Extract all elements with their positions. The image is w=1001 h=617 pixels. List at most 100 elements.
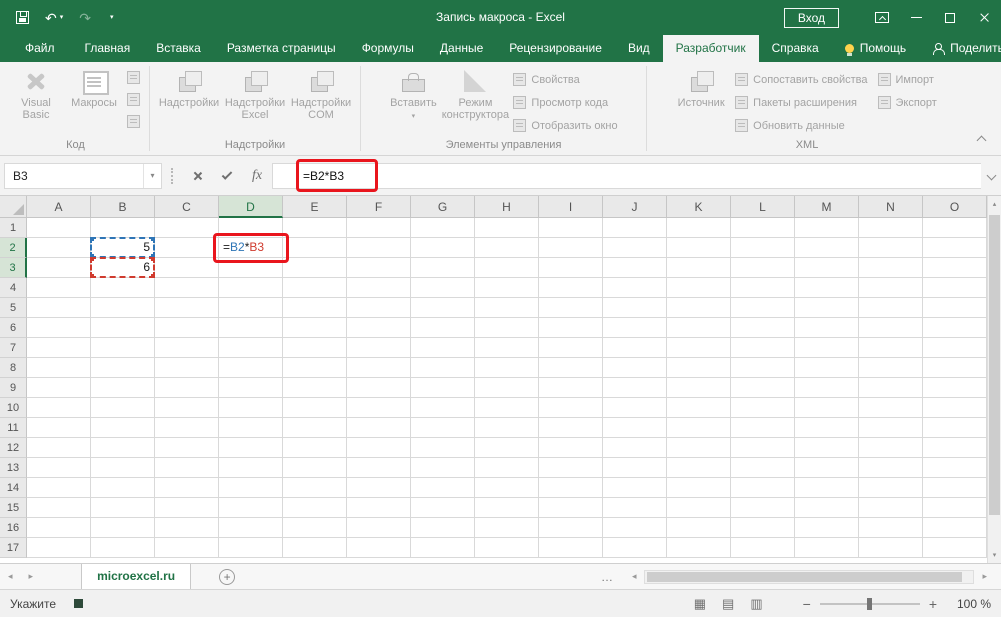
cell-D1[interactable] <box>219 218 283 238</box>
cell-A7[interactable] <box>27 338 91 358</box>
cell-L13[interactable] <box>731 458 795 478</box>
cell-I16[interactable] <box>539 518 603 538</box>
cell-E9[interactable] <box>283 378 347 398</box>
minimize-button[interactable] <box>899 0 933 35</box>
relative-references-icon[interactable] <box>127 93 140 106</box>
cell-G15[interactable] <box>411 498 475 518</box>
cell-H11[interactable] <box>475 418 539 438</box>
column-header-I[interactable]: I <box>539 196 603 218</box>
cell-J11[interactable] <box>603 418 667 438</box>
cell-M9[interactable] <box>795 378 859 398</box>
cell-I10[interactable] <box>539 398 603 418</box>
cell-L6[interactable] <box>731 318 795 338</box>
share-button[interactable]: Поделиться <box>919 35 1001 62</box>
hscroll-left-button[interactable]: ◂ <box>624 571 645 582</box>
cell-A15[interactable] <box>27 498 91 518</box>
cell-A2[interactable] <box>27 238 91 258</box>
cell-I5[interactable] <box>539 298 603 318</box>
cell-J2[interactable] <box>603 238 667 258</box>
formula-input[interactable]: =B2*B3 <box>272 163 981 189</box>
cell-J9[interactable] <box>603 378 667 398</box>
new-sheet-button[interactable]: + <box>219 569 235 585</box>
cell-J17[interactable] <box>603 538 667 558</box>
cell-H13[interactable] <box>475 458 539 478</box>
cell-E1[interactable] <box>283 218 347 238</box>
cell-B6[interactable] <box>91 318 155 338</box>
cell-D12[interactable] <box>219 438 283 458</box>
row-header-16[interactable]: 16 <box>0 518 27 538</box>
cell-O12[interactable] <box>923 438 987 458</box>
cell-J10[interactable] <box>603 398 667 418</box>
addins-button[interactable]: Надстройки <box>156 64 222 136</box>
save-button[interactable] <box>16 11 29 24</box>
cell-N12[interactable] <box>859 438 923 458</box>
cell-K8[interactable] <box>667 358 731 378</box>
cell-F5[interactable] <box>347 298 411 318</box>
sheet-nav-left-button[interactable]: ◂ <box>0 571 21 582</box>
row-header-17[interactable]: 17 <box>0 538 27 558</box>
row-header-6[interactable]: 6 <box>0 318 27 338</box>
cell-C2[interactable] <box>155 238 219 258</box>
row-header-11[interactable]: 11 <box>0 418 27 438</box>
map-properties-button[interactable]: Сопоставить свойства <box>730 68 872 91</box>
cell-K14[interactable] <box>667 478 731 498</box>
cell-F4[interactable] <box>347 278 411 298</box>
tab-developer[interactable]: Разработчик <box>663 35 759 62</box>
cell-G9[interactable] <box>411 378 475 398</box>
cell-L9[interactable] <box>731 378 795 398</box>
cell-M15[interactable] <box>795 498 859 518</box>
cell-N11[interactable] <box>859 418 923 438</box>
cell-N13[interactable] <box>859 458 923 478</box>
enter-entry-button[interactable] <box>212 163 242 189</box>
tab-review[interactable]: Рецензирование <box>496 35 615 62</box>
scroll-up-button[interactable]: ▴ <box>988 196 1001 212</box>
cell-O11[interactable] <box>923 418 987 438</box>
cell-A10[interactable] <box>27 398 91 418</box>
cell-J4[interactable] <box>603 278 667 298</box>
view-code-button[interactable]: Просмотр кода <box>508 91 622 114</box>
cell-K6[interactable] <box>667 318 731 338</box>
cell-D10[interactable] <box>219 398 283 418</box>
cell-M12[interactable] <box>795 438 859 458</box>
visual-basic-button[interactable]: Visual Basic <box>7 64 65 136</box>
cell-K15[interactable] <box>667 498 731 518</box>
cell-G6[interactable] <box>411 318 475 338</box>
cell-B12[interactable] <box>91 438 155 458</box>
cell-I1[interactable] <box>539 218 603 238</box>
cell-D13[interactable] <box>219 458 283 478</box>
row-header-1[interactable]: 1 <box>0 218 27 238</box>
cell-K13[interactable] <box>667 458 731 478</box>
column-header-H[interactable]: H <box>475 196 539 218</box>
cell-I12[interactable] <box>539 438 603 458</box>
cell-J13[interactable] <box>603 458 667 478</box>
cell-C5[interactable] <box>155 298 219 318</box>
cell-M2[interactable] <box>795 238 859 258</box>
ribbon-display-options-button[interactable] <box>865 0 899 35</box>
cell-H14[interactable] <box>475 478 539 498</box>
row-header-9[interactable]: 9 <box>0 378 27 398</box>
cell-H4[interactable] <box>475 278 539 298</box>
cell-N7[interactable] <box>859 338 923 358</box>
cell-C4[interactable] <box>155 278 219 298</box>
zoom-in-button[interactable]: + <box>929 596 937 612</box>
column-header-E[interactable]: E <box>283 196 347 218</box>
cell-E5[interactable] <box>283 298 347 318</box>
cell-A5[interactable] <box>27 298 91 318</box>
tab-help[interactable]: Справка <box>759 35 832 62</box>
cell-G14[interactable] <box>411 478 475 498</box>
cell-C1[interactable] <box>155 218 219 238</box>
cell-K5[interactable] <box>667 298 731 318</box>
cell-F8[interactable] <box>347 358 411 378</box>
record-macro-icon[interactable] <box>127 71 140 84</box>
tab-formulas[interactable]: Формулы <box>349 35 427 62</box>
cell-B2[interactable]: 5 <box>91 238 155 258</box>
maximize-button[interactable] <box>933 0 967 35</box>
cell-D4[interactable] <box>219 278 283 298</box>
column-header-N[interactable]: N <box>859 196 923 218</box>
cell-F6[interactable] <box>347 318 411 338</box>
cell-E8[interactable] <box>283 358 347 378</box>
hscroll-right-button[interactable]: ▸ <box>974 571 995 582</box>
cell-B9[interactable] <box>91 378 155 398</box>
cell-D6[interactable] <box>219 318 283 338</box>
cell-O1[interactable] <box>923 218 987 238</box>
